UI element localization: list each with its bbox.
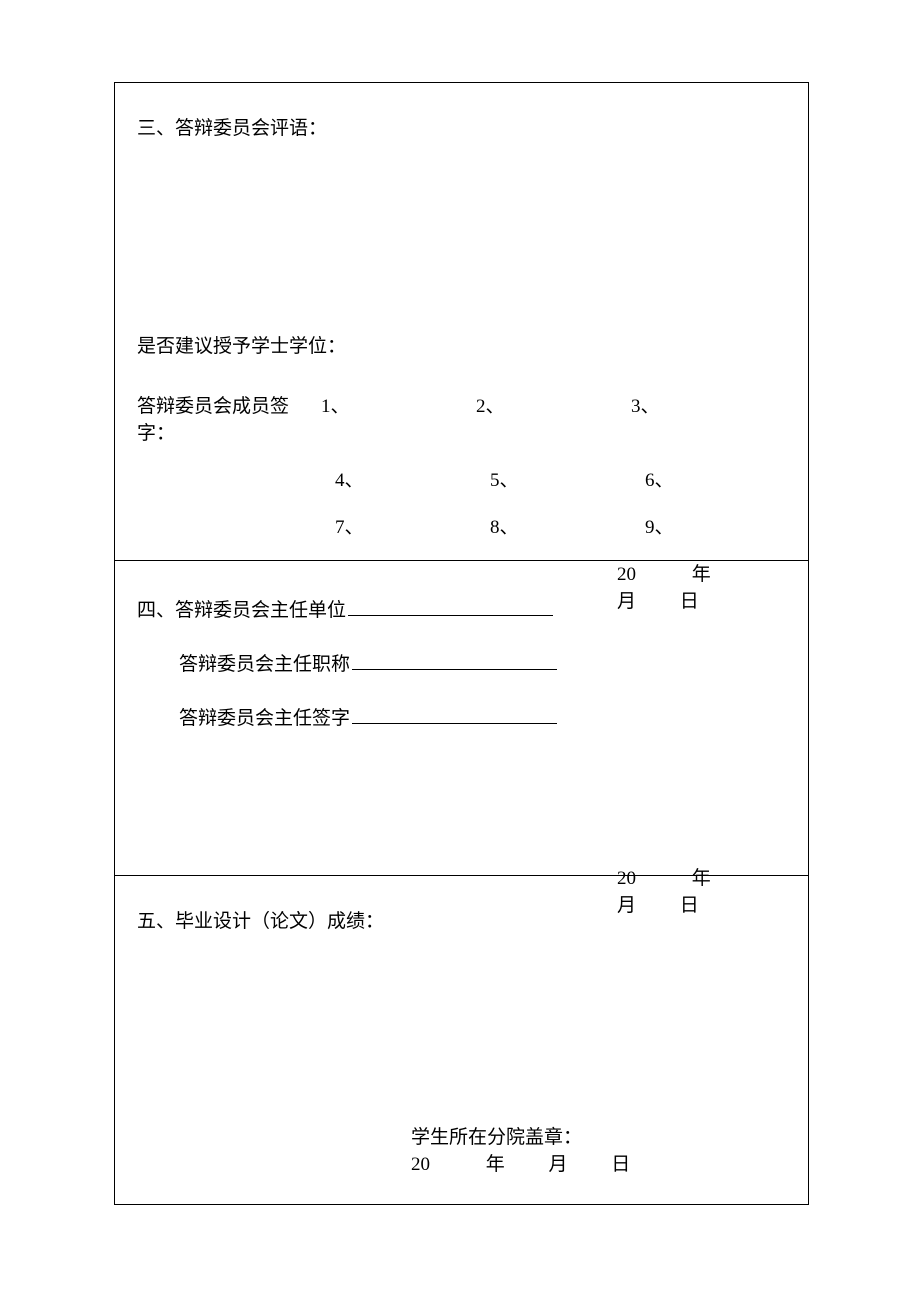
section-5-content: 五、毕业设计（论文）成绩： xyxy=(115,876,808,936)
section-5-footer: 学生所在分院盖章： 20 年 月 日 xyxy=(115,1122,808,1176)
section-4-prefix: 四、 xyxy=(137,600,175,621)
sign-slot[interactable]: 1、 xyxy=(321,391,476,418)
sign-slot[interactable]: 8、 xyxy=(490,512,645,539)
sign-slot[interactable]: 4、 xyxy=(335,465,490,492)
section-5: 五、毕业设计（论文）成绩： 学生所在分院盖章： 20 年 月 日 xyxy=(115,875,808,1204)
chair-rank-field[interactable] xyxy=(352,647,557,670)
chair-unit-row: 四、答辩委员会主任单位 xyxy=(137,593,786,625)
committee-sign-row-3: 7、 8、 9、 xyxy=(137,512,786,539)
section-5-title: 五、毕业设计（论文）成绩： xyxy=(137,908,786,936)
committee-sign-label: 答辩委员会成员签字： xyxy=(137,391,313,445)
chair-rank-row: 答辩委员会主任职称 xyxy=(179,647,786,679)
sign-slot[interactable]: 7、 xyxy=(335,512,490,539)
document-page: 三、答辩委员会评语： 是否建议授予学士学位： 答辩委员会成员签字： 1、 2、 … xyxy=(0,0,920,1302)
date-year-label: 年 xyxy=(486,1149,544,1176)
chair-sign-row: 答辩委员会主任签字 xyxy=(179,701,786,733)
chair-sign-field[interactable] xyxy=(352,701,557,724)
date-year-prefix: 20 xyxy=(411,1154,481,1176)
date-day-label: 日 xyxy=(611,1149,669,1176)
faculty-stamp-label: 学生所在分院盖章： xyxy=(411,1122,582,1149)
sign-slot[interactable]: 5、 xyxy=(490,465,645,492)
chair-unit-field[interactable] xyxy=(348,593,553,616)
chair-unit-label: 答辩委员会主任单位 xyxy=(175,600,346,621)
sign-slot[interactable]: 6、 xyxy=(645,465,800,492)
sign-slot[interactable]: 2、 xyxy=(476,391,631,418)
chair-sign-label: 答辩委员会主任签字 xyxy=(179,708,350,729)
form-table: 三、答辩委员会评语： 是否建议授予学士学位： 答辩委员会成员签字： 1、 2、 … xyxy=(114,82,809,1205)
suggest-degree-label: 是否建议授予学士学位： xyxy=(137,333,786,361)
date-month-label: 月 xyxy=(549,1149,607,1176)
section-3-title: 三、答辩委员会评语： xyxy=(137,115,786,143)
section-4-content: 四、答辩委员会主任单位 答辩委员会主任职称 答辩委员会主任签字 20 年 月 日 xyxy=(115,561,808,917)
stamp-date-line: 学生所在分院盖章： 20 年 月 日 xyxy=(115,1122,808,1176)
sign-slots-row-1: 1、 2、 3、 xyxy=(321,391,786,418)
section-4: 四、答辩委员会主任单位 答辩委员会主任职称 答辩委员会主任签字 20 年 月 日 xyxy=(115,560,808,875)
section-3-content: 三、答辩委员会评语： 是否建议授予学士学位： 答辩委员会成员签字： 1、 2、 … xyxy=(115,83,808,613)
sign-slot[interactable]: 3、 xyxy=(631,391,786,418)
committee-sign-row-2: 4、 5、 6、 xyxy=(137,465,786,492)
sign-slot[interactable]: 9、 xyxy=(645,512,800,539)
date-fields[interactable]: 20 年 月 日 xyxy=(411,1149,669,1176)
sign-slots-row-2: 4、 5、 6、 xyxy=(335,465,800,492)
sign-slots-row-3: 7、 8、 9、 xyxy=(335,512,800,539)
committee-sign-row-1: 答辩委员会成员签字： 1、 2、 3、 xyxy=(137,391,786,445)
section-3: 三、答辩委员会评语： 是否建议授予学士学位： 答辩委员会成员签字： 1、 2、 … xyxy=(115,83,808,560)
chair-rank-label: 答辩委员会主任职称 xyxy=(179,654,350,675)
